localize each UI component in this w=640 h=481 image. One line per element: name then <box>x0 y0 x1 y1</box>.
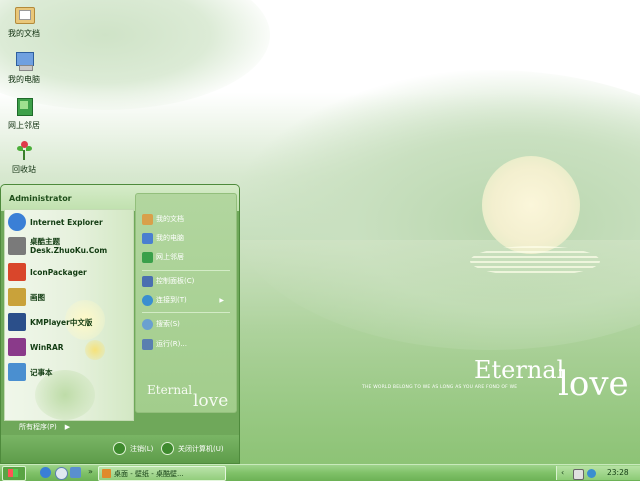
paint-icon <box>8 288 26 306</box>
place-label: 搜索(S) <box>156 320 180 328</box>
notepad-icon <box>8 363 26 381</box>
desktop-icon-recycle-bin[interactable]: 回收站 <box>0 140 48 175</box>
taskbar: » 桌面 - 壁纸 - 桌酷壁... ‹ 23:28 <box>0 464 640 481</box>
place-my-computer[interactable]: 我的电脑 <box>142 231 184 245</box>
zhuoku-theme-icon <box>8 237 26 255</box>
winrar-icon <box>8 338 26 356</box>
windows-logo-icon <box>8 469 18 477</box>
desktop-icon-label: 我的文档 <box>8 29 40 38</box>
volume-icon[interactable] <box>573 469 584 480</box>
wallpaper-tagline: THE WORLD BELONG TO WE AS LONG AS YOU AR… <box>362 385 518 390</box>
my-documents-icon <box>142 213 153 225</box>
kmplayer-icon <box>8 313 26 331</box>
shutdown-label: 关闭计算机(U) <box>178 444 224 453</box>
network-places-icon <box>142 251 153 263</box>
system-tray: ‹ 23:28 <box>556 466 640 480</box>
program-name: Internet Explorer <box>30 217 103 227</box>
program-name: WinRAR <box>30 342 64 352</box>
start-menu-username: Administrator <box>9 194 72 203</box>
logoff-button[interactable]: 注销(L) <box>113 442 153 455</box>
program-name: IconPackager <box>30 267 87 277</box>
place-run[interactable]: 运行(R)... <box>142 337 187 351</box>
place-label: 我的文档 <box>156 215 184 223</box>
desktop-icon-label: 回收站 <box>12 165 36 174</box>
internet-explorer-icon[interactable] <box>40 467 51 478</box>
start-menu-eternal-text: Eternal <box>147 383 193 397</box>
flower-decoration <box>85 340 105 360</box>
program-subtitle: Desk.ZhuoKu.Com <box>30 246 108 255</box>
iconpackager-icon <box>8 263 26 281</box>
wallpaper-love-text: love <box>558 364 629 404</box>
start-menu-footer: 注销(L) 关闭计算机(U) <box>1 435 239 463</box>
all-programs-label: 所有程序(P) <box>19 423 57 431</box>
tray-expand-icon[interactable]: ‹ <box>561 468 564 477</box>
menu-separator <box>142 312 230 313</box>
desktop-icon-network-places[interactable]: 网上邻居 <box>0 96 48 131</box>
program-name: 画图 <box>30 292 45 302</box>
program-notepad[interactable]: 记事本 <box>8 361 53 383</box>
quick-launch-chevron-icon[interactable]: » <box>88 467 93 476</box>
program-winrar[interactable]: WinRAR <box>8 336 64 358</box>
folder-icon <box>102 469 111 478</box>
program-iconpackager[interactable]: IconPackager <box>8 261 87 283</box>
media-player-icon[interactable] <box>55 467 68 480</box>
desktop-icon-label: 网上邻居 <box>8 121 40 130</box>
taskbar-task-button[interactable]: 桌面 - 壁纸 - 桌酷壁... <box>98 466 226 481</box>
logoff-label: 注销(L) <box>130 444 154 453</box>
wallpaper-sun-reflection <box>470 246 600 276</box>
submenu-arrow-icon: ▶ <box>219 296 224 304</box>
my-computer-icon <box>13 50 35 72</box>
start-menu-places-pane: 我的文档 我的电脑 网上邻居 控制面板(C) 连接到(T) ▶ 搜索(S) 运行… <box>135 193 237 413</box>
start-button[interactable] <box>2 466 26 481</box>
place-label: 连接到(T) <box>156 296 187 304</box>
power-icon <box>161 442 174 455</box>
place-network-places[interactable]: 网上邻居 <box>142 250 184 264</box>
place-label: 我的电脑 <box>156 234 184 242</box>
my-documents-icon <box>13 4 35 26</box>
task-label: 桌面 - 壁纸 - 桌酷壁... <box>114 469 184 478</box>
internet-explorer-icon <box>8 213 26 231</box>
start-menu: Administrator Internet Explorer 桌酷主题 Des… <box>0 184 240 464</box>
place-label: 网上邻居 <box>156 253 184 261</box>
program-name: 记事本 <box>30 367 53 377</box>
desktop-icon-my-documents[interactable]: 我的文档 <box>0 4 48 39</box>
connect-to-icon <box>142 294 153 306</box>
program-name: 桌酷主题 <box>30 237 60 246</box>
place-my-documents[interactable]: 我的文档 <box>142 212 184 226</box>
place-connect-to[interactable]: 连接到(T) ▶ <box>142 293 230 307</box>
shutdown-button[interactable]: 关闭计算机(U) <box>161 442 224 455</box>
clock[interactable]: 23:28 <box>607 468 629 477</box>
start-menu-love-text: love <box>193 391 229 411</box>
run-icon <box>142 338 153 350</box>
desktop-icon-label: 我的电脑 <box>8 75 40 84</box>
menu-separator <box>142 270 230 271</box>
logoff-icon <box>113 442 126 455</box>
program-name: KMPlayer中文版 <box>30 317 93 327</box>
recycle-bin-icon <box>13 140 35 162</box>
my-computer-icon <box>142 232 153 244</box>
place-label: 运行(R)... <box>156 340 188 348</box>
place-search[interactable]: 搜索(S) <box>142 317 180 331</box>
network-places-icon <box>13 96 35 118</box>
control-panel-icon <box>142 275 153 287</box>
place-label: 控制面板(C) <box>156 277 195 285</box>
all-programs-button[interactable]: 所有程序(P) ▶ <box>19 421 119 433</box>
wallpaper-sun <box>482 156 580 254</box>
wallpaper-eternal-text: Eternal <box>474 356 565 384</box>
show-desktop-icon[interactable] <box>70 467 81 478</box>
program-kmplayer[interactable]: KMPlayer中文版 <box>8 311 92 333</box>
desktop-icon-my-computer[interactable]: 我的电脑 <box>0 50 48 85</box>
program-internet-explorer[interactable]: Internet Explorer <box>8 211 103 233</box>
network-icon[interactable] <box>587 469 596 478</box>
all-programs-arrow-icon: ▶ <box>64 423 71 431</box>
search-icon <box>142 318 153 330</box>
program-paint[interactable]: 画图 <box>8 286 45 308</box>
place-control-panel[interactable]: 控制面板(C) <box>142 274 194 288</box>
program-zhuoku-theme[interactable]: 桌酷主题 Desk.ZhuoKu.Com <box>8 235 107 257</box>
